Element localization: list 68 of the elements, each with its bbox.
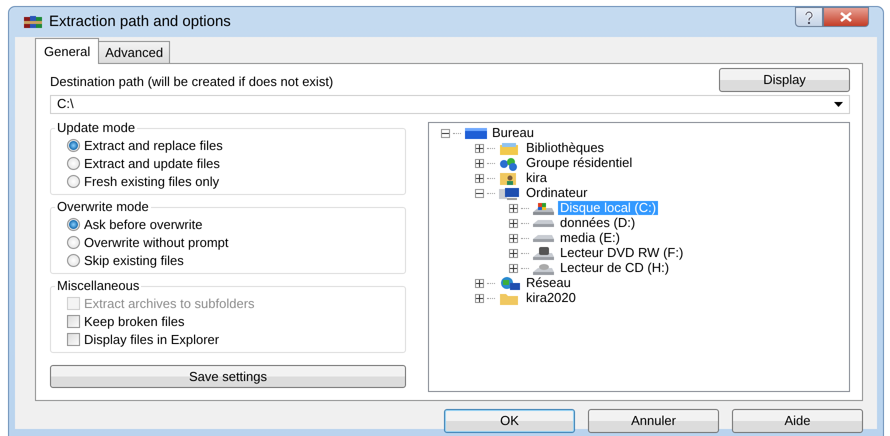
tree-item[interactable]: Lecteur DVD RW (F:) [558, 246, 686, 260]
dropdown-arrow-icon [834, 102, 843, 106]
checkbox-label[interactable]: Keep broken files [84, 312, 184, 332]
group-title: Update mode [55, 120, 138, 136]
window-title: Extraction path and options [49, 12, 231, 32]
expander-icon[interactable] [475, 294, 484, 302]
tree-item[interactable]: Bibliothèques [524, 141, 606, 155]
tree-item[interactable]: données (D:) [558, 216, 638, 230]
expander-icon[interactable] [475, 278, 484, 288]
expander-icon[interactable] [475, 144, 484, 152]
radio-label[interactable]: Extract and replace files [84, 136, 223, 156]
expander-icon[interactable] [509, 234, 518, 242]
expander-icon[interactable] [509, 218, 518, 228]
expander-icon[interactable] [475, 188, 484, 198]
help-icon [804, 10, 814, 24]
radio-button[interactable] [67, 139, 80, 152]
destination-combo[interactable]: C:\ [50, 94, 850, 114]
optical-drive-icon [532, 246, 555, 260]
app-icon [23, 14, 43, 30]
dialog-button[interactable]: OK [444, 409, 575, 432]
group-title: Miscellaneous [55, 278, 142, 294]
tree-item[interactable]: Réseau [524, 276, 573, 290]
checkbox[interactable] [67, 315, 80, 328]
checkbox-label[interactable]: Display files in Explorer [84, 330, 220, 350]
expander-icon[interactable] [509, 264, 518, 272]
folder-tree[interactable]: Bureau Bibliothèques Groupe résidentiel kira Ordinateur Disque local (C:) données (D:) media (E:) Lecteur DVD RW (F:) Lecteur de CD (H:) Réseau kira2020 [428, 122, 850, 392]
tree-item[interactable]: Ordinateur [524, 186, 590, 200]
display-button[interactable]: Display [719, 68, 850, 92]
checkbox[interactable] [67, 333, 80, 346]
tree-item[interactable]: Bureau [490, 126, 536, 140]
tab[interactable]: General [35, 38, 100, 64]
tab[interactable]: Advanced [98, 40, 170, 63]
tree-item[interactable]: Groupe résidentiel [524, 156, 634, 170]
destination-label: Destination path (will be created if does not exist) [50, 73, 334, 91]
expander-icon[interactable] [475, 158, 484, 168]
computer-icon [498, 186, 521, 200]
save-settings-button[interactable]: Save settings [50, 364, 406, 388]
radio-button[interactable] [67, 157, 80, 170]
radio-label[interactable]: Skip existing files [84, 250, 184, 270]
radio-label[interactable]: Ask before overwrite [84, 214, 202, 234]
dialog-button[interactable]: Annuler [588, 409, 719, 432]
radio-button[interactable] [67, 254, 80, 267]
drive-icon [532, 220, 555, 226]
group-title: Overwrite mode [55, 198, 151, 214]
tree-item[interactable]: kira2020 [524, 291, 578, 305]
network-icon [498, 276, 521, 290]
expander-icon[interactable] [441, 128, 450, 138]
tree-item[interactable]: Lecteur de CD (H:) [558, 261, 672, 275]
radio-label[interactable]: Fresh existing files only [84, 172, 220, 192]
radio-button[interactable] [67, 175, 80, 188]
tree-item[interactable]: kira [524, 171, 549, 185]
expander-icon[interactable] [509, 248, 518, 258]
drive-icon [532, 234, 555, 242]
radio-label[interactable]: Overwrite without prompt [84, 232, 228, 252]
radio-label[interactable]: Extract and update files [84, 154, 220, 174]
library-icon [498, 140, 521, 156]
expander-icon[interactable] [509, 204, 518, 212]
field-value: C:\ [57, 95, 75, 114]
close-icon [839, 12, 853, 22]
close-button[interactable] [823, 7, 869, 27]
tree-item[interactable]: media (E:) [558, 231, 622, 245]
radio-button[interactable] [67, 236, 80, 249]
radio-button[interactable] [67, 218, 80, 231]
drive-icon [532, 200, 555, 216]
expander-icon[interactable] [475, 174, 484, 182]
dialog-button[interactable]: Aide [732, 409, 863, 432]
desktop-icon [464, 126, 487, 140]
help-button[interactable] [795, 7, 823, 27]
